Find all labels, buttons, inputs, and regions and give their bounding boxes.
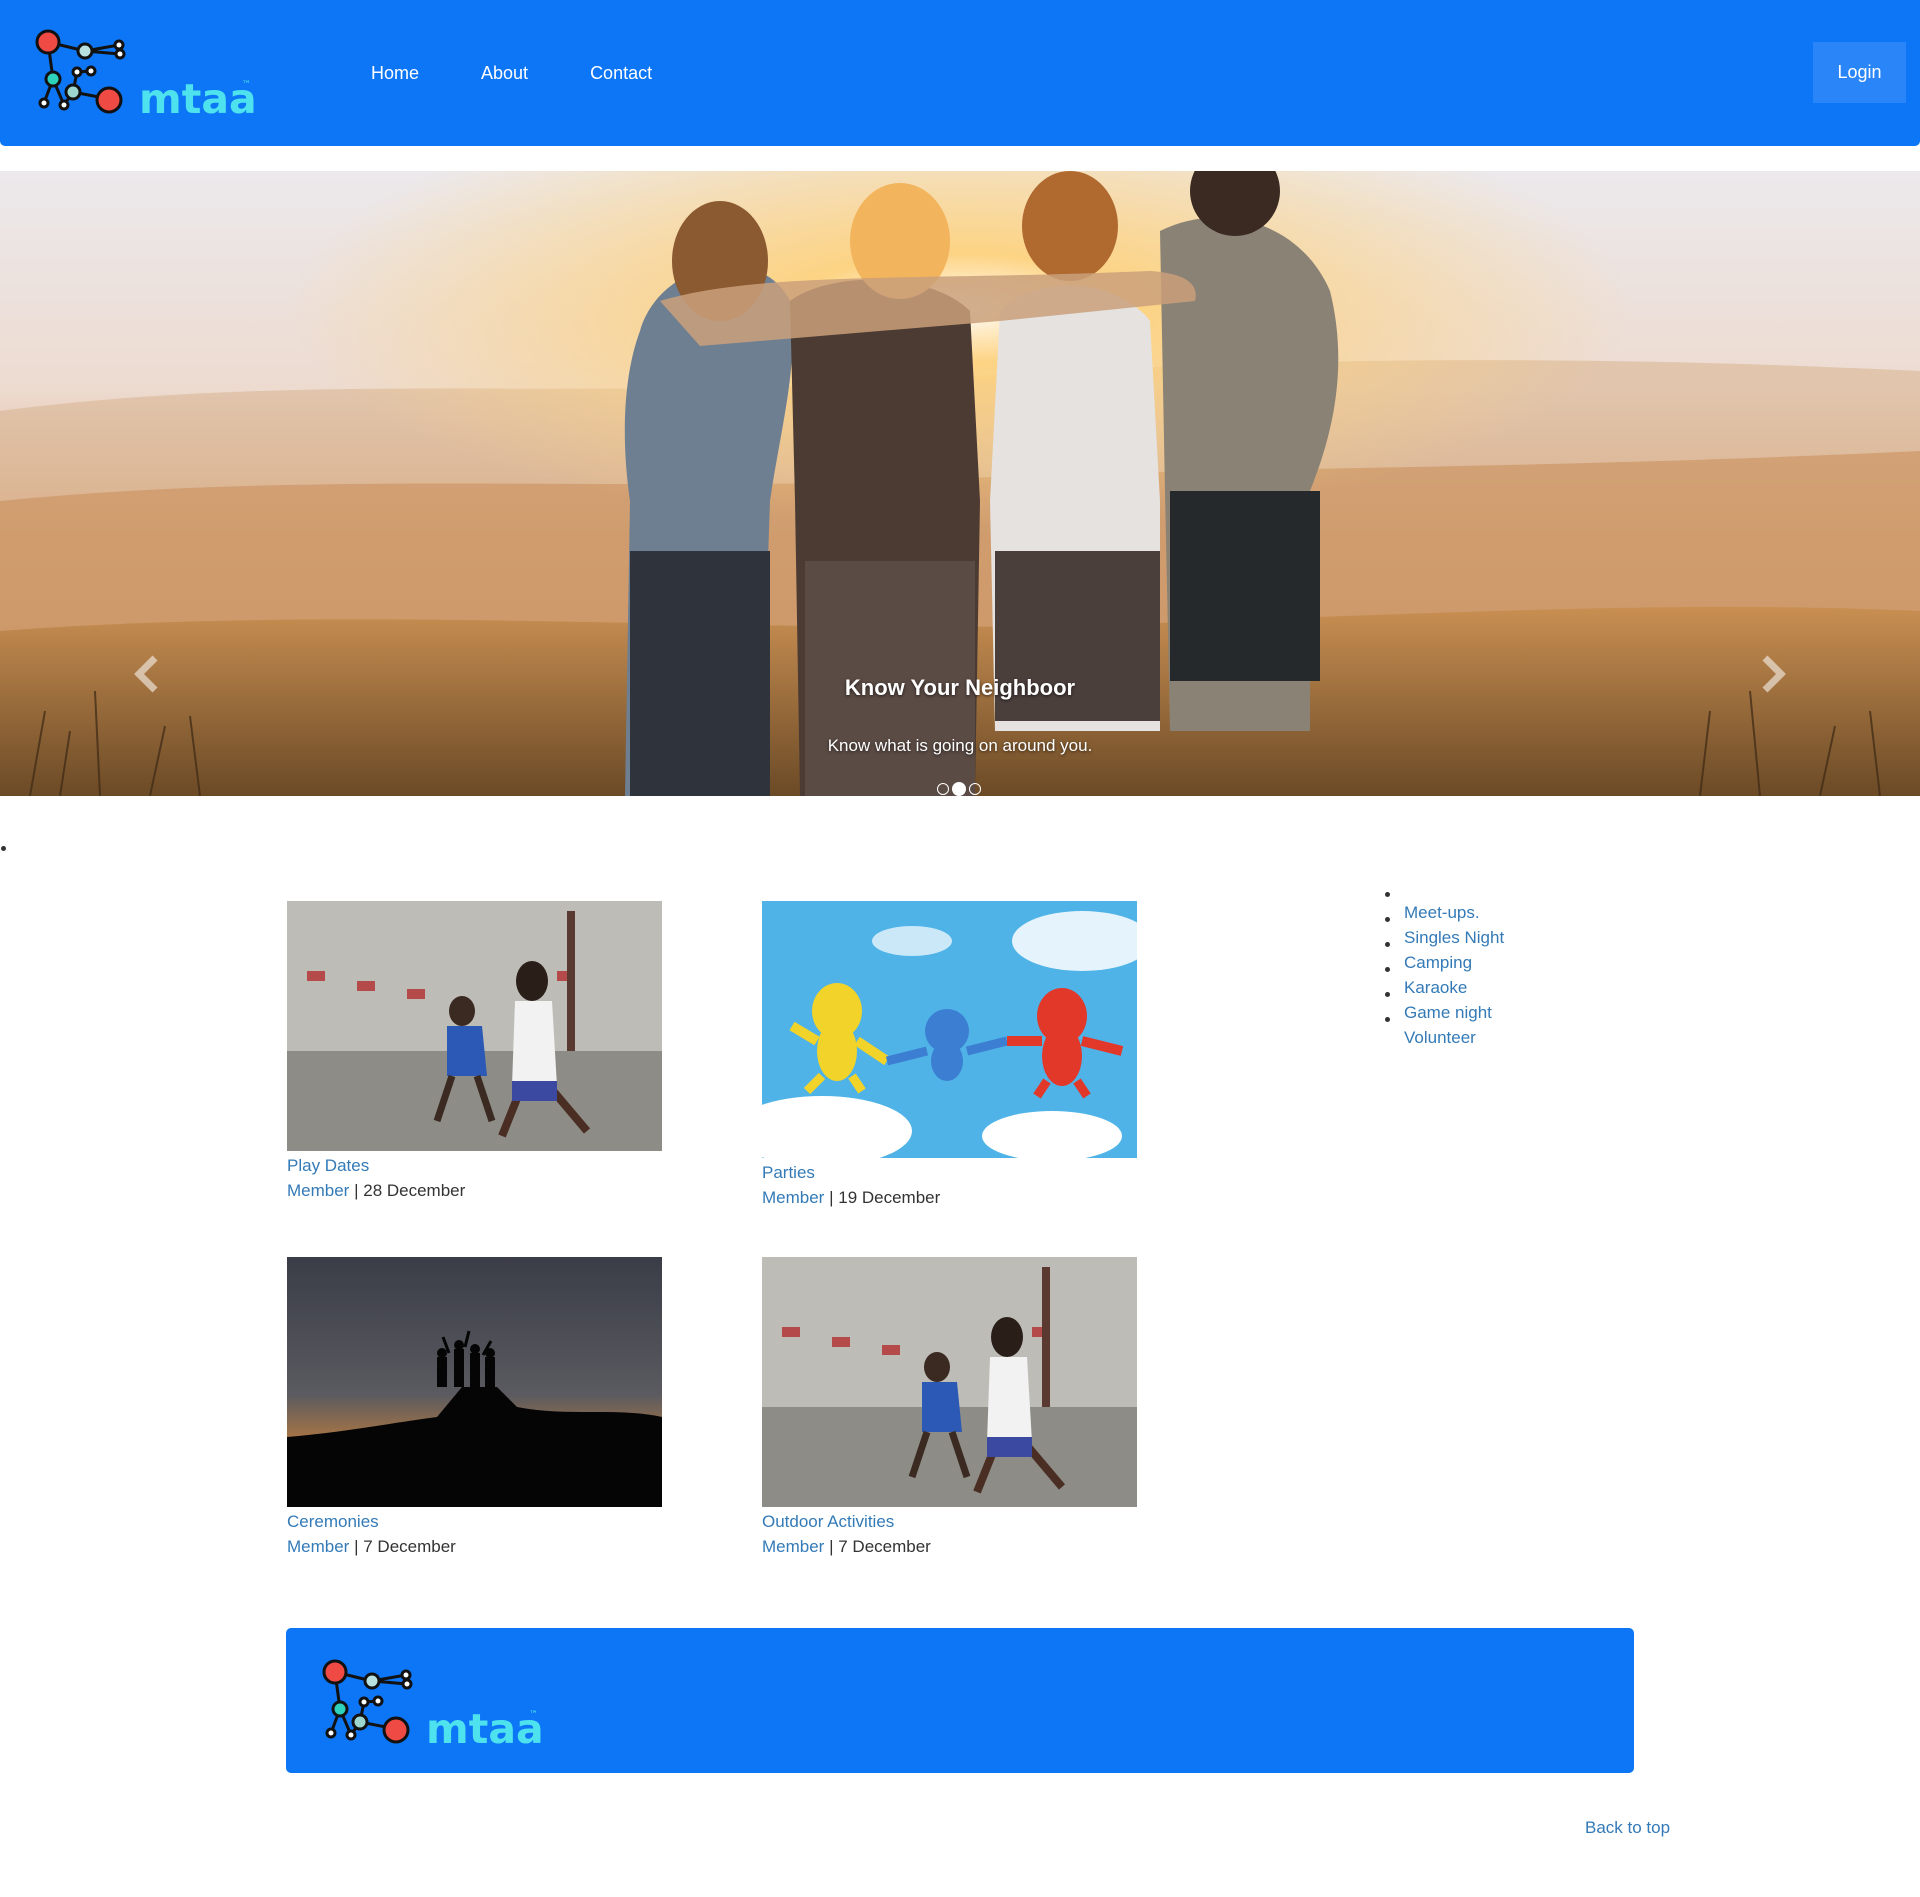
main-nav: Home About Contact bbox=[340, 0, 683, 146]
nav-contact-link[interactable]: Contact bbox=[559, 63, 683, 84]
list-bullet bbox=[1, 846, 6, 851]
nav-home-link[interactable]: Home bbox=[340, 63, 450, 84]
category-link-camping[interactable]: Camping bbox=[1385, 950, 1504, 975]
author-link[interactable]: Member bbox=[287, 1537, 349, 1556]
trademark-mark: ™ bbox=[242, 80, 251, 90]
event-title-link[interactable]: Parties bbox=[762, 1160, 1137, 1185]
login-button[interactable]: Login bbox=[1813, 42, 1906, 103]
event-card: Outdoor Activities Member | 7 December bbox=[762, 1257, 1137, 1559]
trademark-mark: ™ bbox=[529, 1710, 538, 1720]
back-to-top-link[interactable]: Back to top bbox=[1585, 1818, 1670, 1838]
event-date: 7 December bbox=[838, 1537, 931, 1556]
nav-about-link[interactable]: About bbox=[450, 63, 559, 84]
hero-subtitle: Know what is going on around you. bbox=[827, 736, 1093, 755]
event-date: 19 December bbox=[838, 1188, 941, 1207]
carousel-indicators bbox=[937, 782, 981, 796]
meta-separator: | bbox=[824, 1537, 839, 1556]
event-image[interactable] bbox=[287, 901, 662, 1151]
author-link[interactable]: Member bbox=[762, 1537, 824, 1556]
carousel-indicator[interactable] bbox=[937, 783, 949, 795]
logo-icon: mtaa ™ bbox=[322, 1659, 544, 1753]
event-title-link[interactable]: Ceremonies bbox=[287, 1509, 662, 1534]
event-card: Ceremonies Member | 7 December bbox=[287, 1257, 662, 1559]
event-card: Parties Member | 19 December bbox=[762, 901, 1137, 1210]
event-image[interactable] bbox=[762, 901, 1137, 1158]
brand-name: mtaa bbox=[426, 1705, 544, 1751]
event-date: 7 December bbox=[363, 1537, 456, 1556]
hero-carousel bbox=[0, 171, 1920, 796]
author-link[interactable]: Member bbox=[762, 1188, 824, 1207]
category-list: Meet-ups. Singles Night Camping Karaoke … bbox=[1385, 900, 1504, 1050]
event-card: Play Dates Member | 28 December bbox=[287, 901, 662, 1203]
footer-brand-logo[interactable]: mtaa ™ bbox=[318, 1655, 548, 1753]
event-title-link[interactable]: Outdoor Activities bbox=[762, 1509, 1137, 1534]
author-link[interactable]: Member bbox=[287, 1181, 349, 1200]
event-meta: Member | 19 December bbox=[762, 1185, 1137, 1210]
category-link-meetups[interactable]: Meet-ups. bbox=[1385, 900, 1504, 925]
event-image[interactable] bbox=[762, 1257, 1137, 1507]
meta-separator: | bbox=[349, 1181, 364, 1200]
event-meta: Member | 28 December bbox=[287, 1178, 662, 1203]
event-title-link[interactable]: Play Dates bbox=[287, 1153, 662, 1178]
category-link-volunteer[interactable]: Volunteer bbox=[1385, 1025, 1504, 1050]
event-date: 28 December bbox=[363, 1181, 466, 1200]
meta-separator: | bbox=[349, 1537, 364, 1556]
event-image[interactable] bbox=[287, 1257, 662, 1507]
hero-image bbox=[0, 171, 1920, 796]
hero-title: Know Your Neighboor bbox=[844, 675, 1076, 700]
category-link-game-night[interactable]: Game night bbox=[1385, 1000, 1504, 1025]
carousel-indicator-active[interactable] bbox=[952, 782, 966, 796]
category-link-karaoke[interactable]: Karaoke bbox=[1385, 975, 1504, 1000]
list-bullet bbox=[1385, 892, 1390, 897]
meta-separator: | bbox=[824, 1188, 839, 1207]
carousel-indicator[interactable] bbox=[969, 783, 981, 795]
event-meta: Member | 7 December bbox=[762, 1534, 1137, 1559]
category-link-singles-night[interactable]: Singles Night bbox=[1385, 925, 1504, 950]
event-meta: Member | 7 December bbox=[287, 1534, 662, 1559]
top-navbar: mtaa ™ Home About Contact Login bbox=[0, 0, 1920, 146]
brand-logo[interactable]: mtaa ™ bbox=[31, 25, 261, 123]
logo-icon: mtaa ™ bbox=[35, 29, 257, 123]
brand-name: mtaa bbox=[139, 75, 257, 121]
footer-bar: mtaa ™ bbox=[286, 1628, 1634, 1773]
